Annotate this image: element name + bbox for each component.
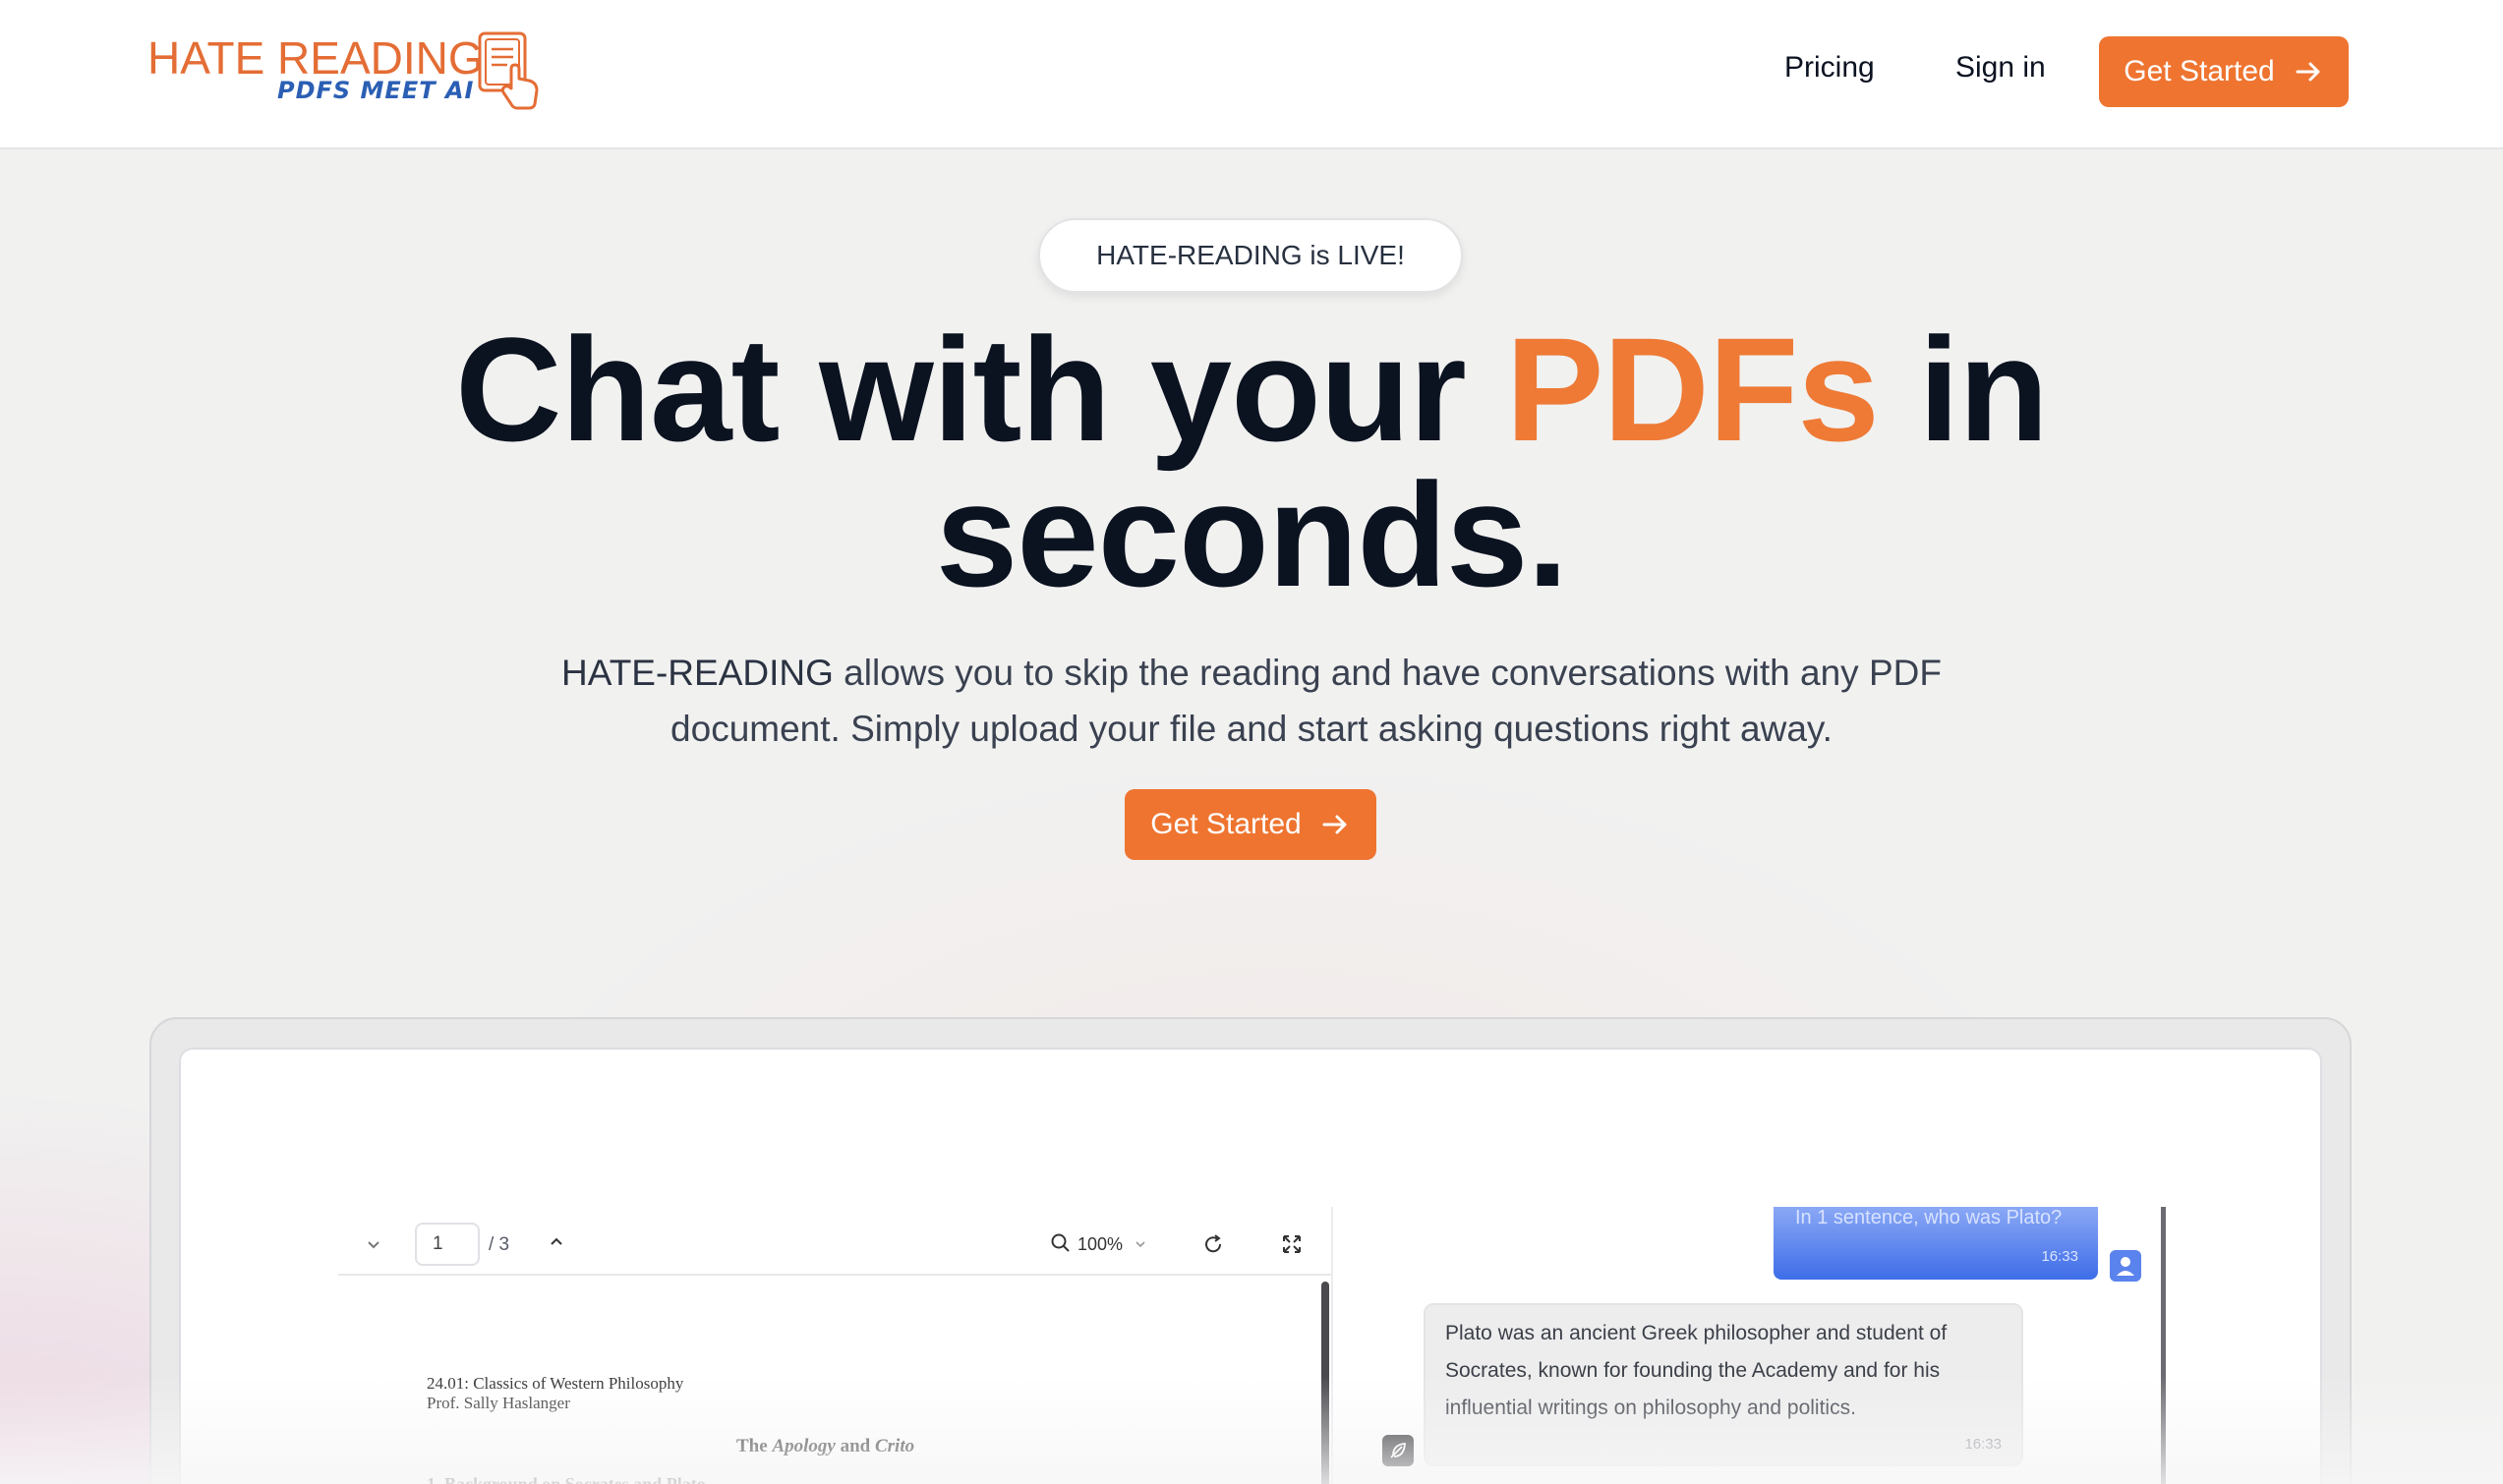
fullscreen-icon[interactable] bbox=[1280, 1232, 1304, 1256]
arrow-right-icon bbox=[2296, 62, 2320, 82]
bot-message-text: Plato was an ancient Greek philosopher a… bbox=[1445, 1322, 1948, 1419]
doc-title: The Apology and Crito bbox=[736, 1436, 914, 1457]
user-avatar-icon bbox=[2110, 1250, 2141, 1282]
pdf-toolbar bbox=[338, 1207, 1331, 1276]
search-icon[interactable] bbox=[1050, 1232, 1072, 1254]
doc-title-apology: Apology bbox=[772, 1436, 836, 1456]
site-header: HATE READING PDFS MEET AI Pricing Sign i… bbox=[0, 0, 2503, 149]
live-badge: HATE-READING is LIVE! bbox=[1038, 218, 1463, 293]
zoom-chevron-down-icon[interactable] bbox=[1133, 1236, 1148, 1252]
user-message-text: In 1 sentence, who was Plato? bbox=[1795, 1207, 2063, 1228]
hero-get-started-button[interactable]: Get Started bbox=[1125, 789, 1376, 860]
pdf-chat-divider bbox=[1331, 1207, 1333, 1484]
doc-title-pre: The bbox=[736, 1436, 773, 1456]
nav-signin-link[interactable]: Sign in bbox=[1955, 51, 2046, 85]
doc-professor-line: Prof. Sally Haslanger bbox=[427, 1394, 570, 1412]
chevron-up-icon[interactable] bbox=[547, 1232, 566, 1252]
nav-pricing-link[interactable]: Pricing bbox=[1784, 51, 1875, 85]
hero-title: Chat with your PDFs in seconds. bbox=[295, 315, 2208, 608]
header-get-started-button[interactable]: Get Started bbox=[2099, 36, 2349, 107]
rotate-icon[interactable] bbox=[1201, 1232, 1225, 1256]
hero-desc-brand: HATE-READING bbox=[561, 653, 834, 693]
feather-icon bbox=[1382, 1435, 1414, 1466]
hero-desc-text: allows you to skip the reading and have … bbox=[670, 653, 1942, 749]
hero-get-started-label: Get Started bbox=[1150, 808, 1302, 840]
header-get-started-label: Get Started bbox=[2124, 55, 2275, 87]
hero-title-part1: Chat with your bbox=[455, 307, 1506, 472]
bot-message-time: 16:33 bbox=[1964, 1436, 2002, 1453]
page-total: / 3 bbox=[489, 1234, 510, 1255]
pdf-scrollbar[interactable] bbox=[1321, 1282, 1329, 1484]
document-hand-icon bbox=[478, 31, 539, 110]
app-preview-panel: 1 / 3 100% 24.01: Classics of Western Ph… bbox=[179, 1048, 2322, 1484]
hero-title-accent: PDFs bbox=[1505, 307, 1879, 472]
logo-subtitle: PDFS MEET AI bbox=[277, 77, 475, 104]
chat-scrollbar[interactable] bbox=[2161, 1207, 2166, 1484]
user-message-bubble: In 1 sentence, who was Plato? 16:33 bbox=[1774, 1207, 2098, 1280]
page-number-input[interactable]: 1 bbox=[415, 1223, 480, 1266]
chevron-down-icon[interactable] bbox=[364, 1234, 383, 1254]
zoom-level[interactable]: 100% bbox=[1077, 1234, 1123, 1255]
doc-course-line: 24.01: Classics of Western Philosophy bbox=[427, 1374, 684, 1393]
user-message-time: 16:33 bbox=[2041, 1248, 2078, 1265]
brand-logo[interactable]: HATE READING PDFS MEET AI bbox=[147, 26, 551, 124]
doc-title-crito: Crito bbox=[874, 1436, 915, 1456]
doc-title-mid: and bbox=[835, 1436, 875, 1456]
doc-section-heading: 1. Background on Socrates and Plato bbox=[427, 1474, 706, 1484]
bot-message-bubble: Plato was an ancient Greek philosopher a… bbox=[1424, 1303, 2023, 1466]
arrow-right-icon bbox=[1322, 815, 1347, 834]
hero-description: HATE-READING allows you to skip the read… bbox=[511, 645, 1992, 757]
